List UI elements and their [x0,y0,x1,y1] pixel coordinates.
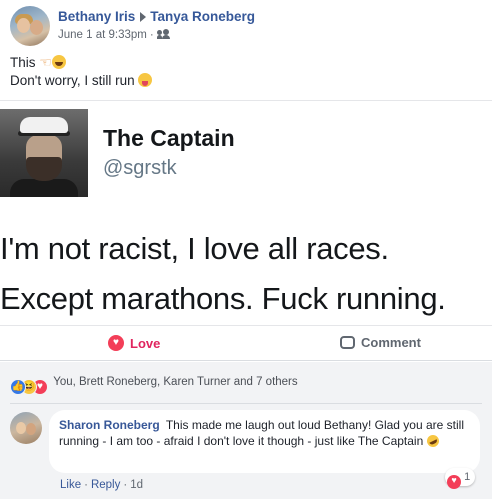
post-header: Bethany Iris Tanya Roneberg June 1 at 9:3… [10,6,480,48]
comment-bubble: Sharon Roneberg This made me laugh out l… [49,410,480,473]
like-reaction-icon: 👍 [10,379,26,395]
comment-button[interactable]: Comment [340,335,421,350]
tweet-profile-photo [0,109,88,197]
comment-like-link[interactable]: Like [60,479,81,491]
tweet-author-name: The Captain [103,125,235,151]
reactions-summary[interactable]: 👍😆 ♥ You, Brett Roneberg, Karen Turner an… [10,376,298,395]
tweet-screenshot-image[interactable]: The Captain @sgrstk I'm not racist, I lo… [0,100,492,326]
post-participants: Bethany Iris Tanya Roneberg [58,9,255,24]
comment-action-separator: · [84,479,88,491]
post-timestamp[interactable]: June 1 at 9:33pm [58,29,147,41]
tweet-author-handle: @sgrstk [103,157,177,179]
heart-icon [108,335,124,351]
love-button-label: Love [130,336,161,351]
comment-button-label: Comment [361,335,421,350]
recipient-name[interactable]: Tanya Roneberg [150,9,255,24]
reactions-summary-text: You, Brett Roneberg, Karen Turner and 7 … [53,376,298,388]
author-name[interactable]: Bethany Iris [58,9,135,24]
post-action-bar: Love Comment [0,327,492,361]
tweet-text-line-1: I'm not racist, I love all races. [0,231,389,266]
rofl-emoji-icon [424,433,441,449]
tongue-emoji-icon [138,73,153,87]
comment-love-icon: ♥ [447,475,461,489]
footer-divider [10,403,482,404]
friends-icon[interactable] [156,29,171,39]
tweet-text-line-2: Except marathons. Fuck running. [0,281,446,316]
meta-separator: · [149,29,154,41]
author-avatar[interactable] [10,6,50,46]
post-text: This ☜ Don't worry, I still run [10,53,153,90]
comment-actions: Like · Reply · 1d [60,479,143,491]
commenter-avatar[interactable] [10,412,42,444]
post-meta: June 1 at 9:33pm · [58,29,171,41]
commenter-name[interactable]: Sharon Roneberg [59,418,160,432]
pointing-hand-icon: ☜ [39,54,52,70]
triangle-right-icon [140,11,147,22]
comment-reaction-count[interactable]: ♥ 1 [445,468,476,489]
post-line-2: Don't worry, I still run [10,72,153,90]
post-line-1-text: This [10,55,36,70]
post-line-2-text: Don't worry, I still run [10,73,135,88]
comment-reply-link[interactable]: Reply [91,479,120,491]
post-footer: 👍😆 ♥ You, Brett Roneberg, Karen Turner an… [0,362,492,499]
post-line-1: This ☜ [10,53,152,72]
comment-action-separator: · [123,479,128,491]
love-button[interactable]: Love [108,335,160,351]
comment-reaction-number: 1 [464,471,471,483]
speech-bubble-icon [340,336,355,349]
comment-age[interactable]: 1d [130,479,143,491]
laughing-emoji-icon [51,55,66,69]
